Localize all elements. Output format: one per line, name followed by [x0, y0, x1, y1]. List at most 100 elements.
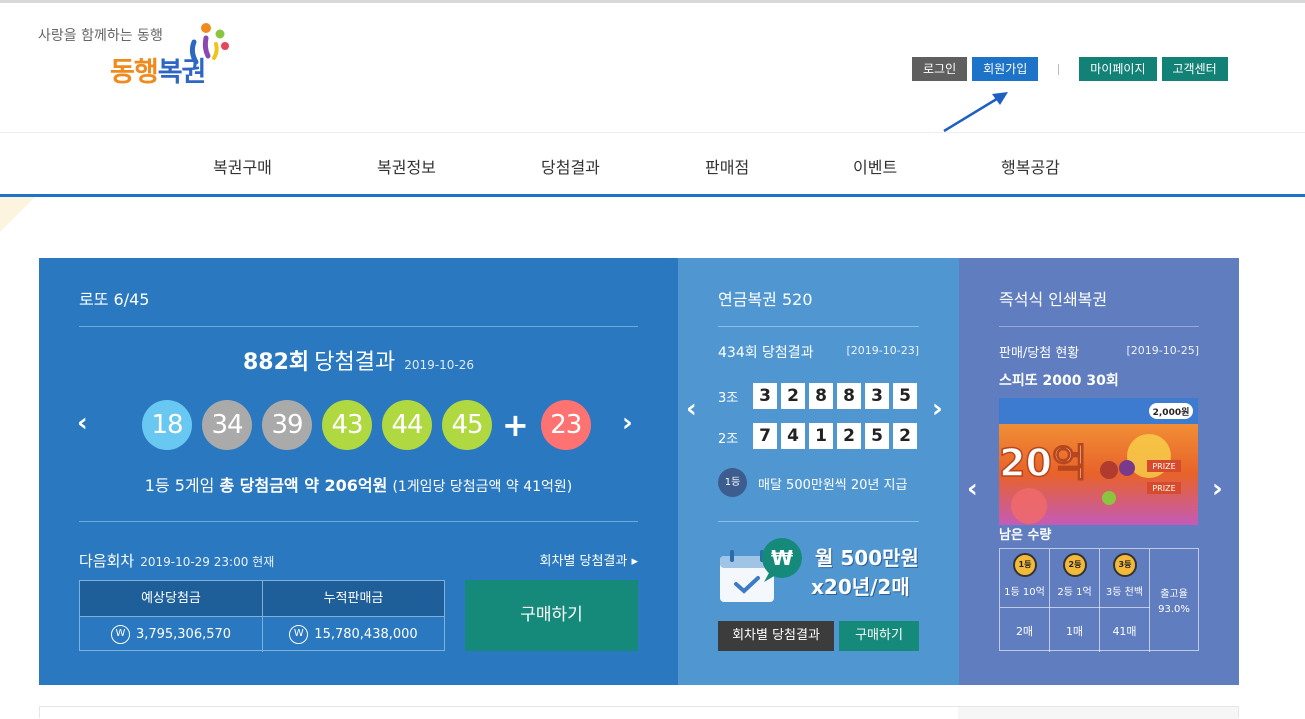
ticket-price: 2,000원 [1153, 406, 1190, 418]
pension-slogan-sub: x20년/2매 [811, 575, 910, 599]
instant-title: 즉석식 인쇄복권 [999, 290, 1108, 309]
pension-title: 연금복권 520 [718, 290, 813, 309]
pension-results-button[interactable]: 회차별 당첨결과 [718, 621, 834, 651]
remain-stock-table: 1등 1등 10억 2매 2등 2등 1억 1매 3등 3등 천백 41매 출고… [999, 548, 1199, 652]
lotto-title: 로또 6/45 [79, 290, 150, 309]
instant-status-label: 판매/당첨 현황 [999, 346, 1080, 361]
rank1-badge: 1등 [718, 468, 747, 497]
lotto-result-label: 당첨결과 [314, 350, 396, 375]
pension-digits-row: 7 4 1 2 5 2 [753, 423, 921, 449]
nav-item-buy[interactable]: 복권구매 [213, 154, 272, 178]
medal-3rd-icon: 3등 [1113, 553, 1137, 577]
support-button[interactable]: 고객센터 [1161, 57, 1228, 81]
rank-remaining: 2매 [1015, 625, 1034, 638]
ticket-artwork: 2,000원 20억 PRIZE PRIZE [999, 398, 1198, 525]
lotto-ball: 43 [322, 400, 372, 450]
lotto-next-button[interactable]: › [622, 408, 633, 438]
plus-sign: + [502, 406, 529, 444]
top-border [0, 0, 1305, 3]
pension-next-button[interactable]: › [932, 394, 943, 424]
pension-digit: 5 [865, 423, 889, 449]
nav-item-info[interactable]: 복권정보 [377, 154, 436, 178]
mypage-button[interactable]: 마이페이지 [1079, 57, 1157, 81]
instant-panel: 즉석식 인쇄복권 판매/당첨 현황 [2019-10-25] 스피또 2000 … [959, 258, 1239, 685]
remain-label: 남은 수량 [999, 528, 1052, 543]
utility-divider [1058, 63, 1060, 75]
divider [718, 326, 919, 327]
instant-next-button[interactable]: › [1212, 474, 1223, 504]
pension-group-label: 2조 [718, 432, 739, 447]
pension-group-label: 3조 [718, 391, 739, 406]
stock-col-rank2: 2등 2등 1억 1매 [1050, 549, 1100, 652]
bottom-side-panel [958, 707, 1238, 719]
pension-digit: 2 [893, 423, 917, 449]
pension-digit: 4 [781, 423, 805, 449]
instant-ticket-image[interactable]: 2,000원 20억 PRIZE PRIZE [999, 398, 1198, 525]
lotto-prize-info: 1등 5게임 총 당첨금액 약 206억원 (1게임당 당첨금액 약 41억원) [39, 472, 678, 496]
instant-date: [2019-10-25] [1126, 344, 1199, 357]
lotto-ball: 45 [442, 400, 492, 450]
bottom-section-edge [39, 706, 1239, 719]
pension-digit: 3 [753, 383, 777, 409]
rank-label: 3등 천백 [1105, 587, 1144, 598]
pension-digit: 2 [781, 383, 805, 409]
rank-remaining: 41매 [1112, 625, 1137, 638]
expected-amount: 3,795,306,570 [135, 627, 232, 642]
lotto-bonus-ball: 23 [540, 400, 591, 450]
pension-prev-button[interactable]: ‹ [686, 394, 697, 424]
pension-date: [2019-10-23] [846, 344, 919, 357]
nav-item-events[interactable]: 이벤트 [853, 154, 897, 178]
table-header-expected: 예상당첨금 [80, 581, 262, 616]
table-cell-expected: W 3,795,306,570 [80, 617, 262, 652]
pension-digit: 1 [809, 423, 833, 449]
login-button[interactable]: 로그인 [912, 57, 968, 81]
pension-slogan: 월 500만원 [815, 546, 919, 570]
divider [79, 326, 638, 327]
nav-item-stores[interactable]: 판매점 [705, 154, 749, 178]
nav-item-happiness[interactable]: 행복공감 [1001, 154, 1060, 178]
next-round-date: 2019-10-29 23:00 현재 [140, 555, 275, 569]
lotto-round-title: 882회 당첨결과 2019-10-26 [39, 344, 678, 376]
nav-item-results[interactable]: 당첨결과 [541, 154, 600, 178]
ticket-prize-word: PRIZE [1152, 462, 1175, 471]
stock-col-rank1: 1등 1등 10억 2매 [1000, 549, 1050, 652]
medal-2nd-icon: 2등 [1063, 553, 1087, 577]
ticket-prize-word: PRIZE [1152, 484, 1175, 493]
logo-tagline: 사랑을 함께하는 동행 [38, 28, 163, 44]
lotto-prev-button[interactable]: ‹ [77, 408, 88, 438]
pension-digit: 2 [837, 423, 861, 449]
table-cell-cumulative: W 15,780,438,000 [263, 617, 444, 652]
rank-label: 2등 1억 [1057, 587, 1092, 598]
pension-buy-button[interactable]: 구매하기 [839, 621, 919, 651]
pension-round-label: 434회 당첨결과 [718, 345, 814, 361]
cumulative-amount: 15,780,438,000 [314, 627, 418, 642]
divider [718, 521, 919, 522]
join-button[interactable]: 회원가입 [972, 57, 1039, 81]
logo-brand-part1: 동행 [110, 57, 159, 88]
utility-menu: 로그인 회원가입 마이페이지 고객센터 [912, 57, 1233, 81]
by-round-results-link[interactable]: 회차별 당첨결과 ▸ [539, 550, 638, 569]
table-header-cumulative: 누적판매금 [263, 581, 444, 616]
calendar-won-icon: ₩ [720, 538, 802, 602]
lotto-buy-button[interactable]: 구매하기 [465, 580, 638, 651]
main-navigation: 복권구매 복권정보 당첨결과 판매점 이벤트 행복공감 [0, 133, 1305, 195]
pointer-arrow-icon [943, 92, 1008, 133]
lotto-date: 2019-10-26 [404, 358, 475, 372]
pension-digit: 5 [893, 383, 917, 409]
prize-total: 총 당첨금액 약 206억원 [219, 476, 388, 495]
lotto-round: 882회 [242, 350, 310, 375]
instant-prev-button[interactable]: ‹ [967, 474, 978, 504]
rank-label: 1등 10억 [1004, 587, 1045, 598]
site-logo[interactable]: 사랑을 함께하는 동행 동행복권 [38, 22, 238, 102]
stock-col-rank3: 3등 3등 천백 41매 [1100, 549, 1150, 652]
release-rate-label: 출고율 [1160, 589, 1188, 600]
lotto-ball: 18 [142, 400, 192, 450]
gnb-bottom-border [0, 194, 1305, 197]
lotto-balls: 18 34 39 43 44 45 + 23 [142, 400, 601, 450]
lotto-panel: 로또 6/45 882회 당첨결과 2019-10-26 ‹ › 18 34 3… [39, 258, 678, 685]
lotto-ball: 39 [262, 400, 312, 450]
prize-prefix: 1등 5게임 [144, 476, 220, 495]
pension-digit: 7 [753, 423, 777, 449]
divider [79, 521, 638, 522]
lotto-ball: 34 [202, 400, 252, 450]
